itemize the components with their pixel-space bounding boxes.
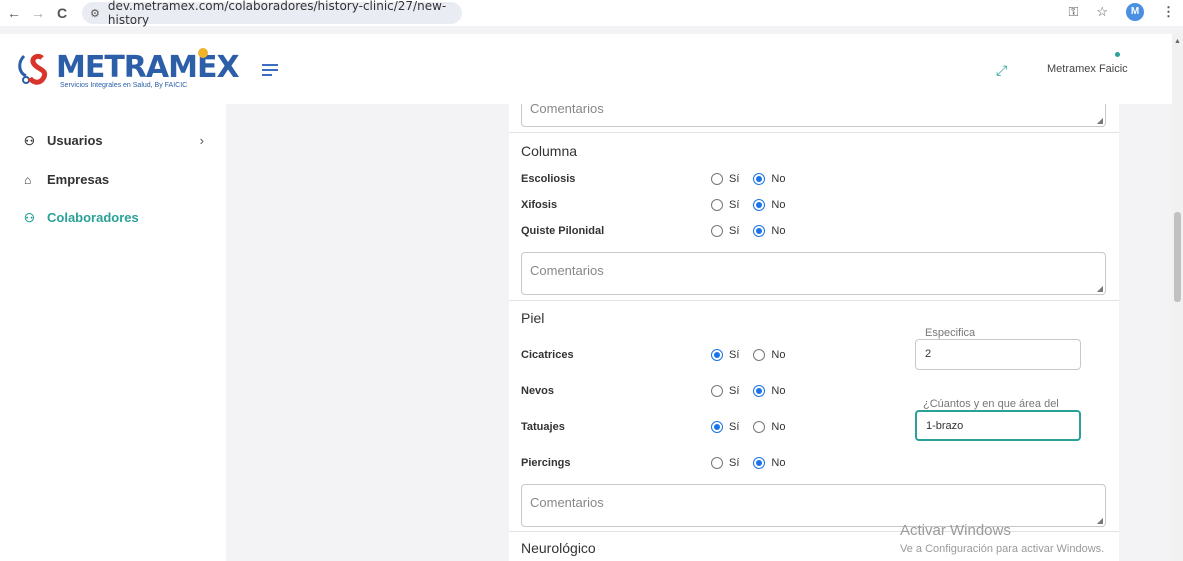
reload-button[interactable]: C: [52, 5, 72, 21]
radio-label: No: [771, 421, 786, 433]
section-title-piel: Piel: [521, 310, 545, 326]
radio-group-xifosis: Sí No: [711, 199, 799, 211]
resize-handle-icon[interactable]: ◢: [1097, 116, 1103, 125]
menu-toggle-icon[interactable]: [262, 64, 278, 76]
chevron-right-icon: ›: [199, 133, 204, 148]
field-label-escoliosis: Escoliosis: [521, 173, 576, 185]
section-title-columna: Columna: [521, 143, 578, 159]
field-label-nevos: Nevos: [521, 385, 555, 397]
radio-cicatrices-si[interactable]: [711, 349, 723, 361]
comentarios-textarea-columna[interactable]: Comentarios ◢: [521, 252, 1106, 295]
textarea-placeholder: Comentarios: [530, 495, 604, 510]
star-icon[interactable]: ☆: [1096, 4, 1108, 20]
field-label-xifosis: Xifosis: [521, 199, 558, 211]
textarea-placeholder: Comentarios: [530, 104, 604, 116]
divider: [509, 300, 1119, 301]
radio-label: No: [771, 349, 786, 361]
radio-label: Sí: [729, 385, 740, 397]
radio-tatuajes-si[interactable]: [711, 421, 723, 433]
history-form-card: Comentarios ◢ Columna Escoliosis Sí No X…: [509, 104, 1119, 561]
tatuajes-detail-input[interactable]: 1-brazo: [915, 410, 1081, 441]
radio-label: No: [771, 173, 786, 185]
key-icon[interactable]: ⚿: [1068, 4, 1078, 20]
radio-quiste-no[interactable]: [753, 225, 766, 237]
building-icon: ⌂: [24, 172, 32, 187]
field-label-piercings: Piercings: [521, 457, 571, 469]
radio-piercings-no[interactable]: [753, 457, 766, 469]
logo-mark-icon: [18, 53, 48, 85]
sidebar-item-label: Colaboradores: [47, 210, 139, 225]
radio-quiste-si[interactable]: [711, 225, 723, 237]
divider: [509, 531, 1119, 532]
radio-xifosis-si[interactable]: [711, 199, 723, 211]
radio-nevos-si[interactable]: [711, 385, 723, 397]
windows-activation-title: Activar Windows: [900, 522, 1011, 539]
site-info-icon[interactable]: ⚙: [90, 7, 100, 20]
radio-label: Sí: [729, 457, 740, 469]
radio-label: No: [771, 385, 786, 397]
resize-handle-icon[interactable]: ◢: [1097, 516, 1103, 525]
logo-text: METRAMEX: [56, 50, 240, 85]
radio-escoliosis-no[interactable]: [753, 173, 766, 185]
radio-tatuajes-no[interactable]: [753, 421, 766, 433]
radio-label: No: [771, 225, 786, 237]
people-icon: ⚇: [24, 210, 35, 225]
field-label-cicatrices: Cicatrices: [521, 349, 574, 361]
radio-label: No: [771, 199, 786, 211]
radio-group-piercings: Sí No: [711, 457, 799, 469]
online-status-dot: [1115, 52, 1120, 57]
logo-badge-icon: [198, 48, 208, 58]
section-title-neurologico: Neurológico: [521, 540, 596, 556]
sidebar-item-label: Empresas: [47, 172, 110, 187]
radio-escoliosis-si[interactable]: [711, 173, 723, 185]
radio-group-tatuajes: Sí No: [711, 421, 799, 433]
user-name[interactable]: Metramex Faicic: [1047, 63, 1128, 75]
sidebar-item-colaboradores[interactable]: ⚇ Colaboradores: [24, 210, 204, 225]
especifica-input[interactable]: 2: [915, 339, 1081, 370]
sidebar: ⚇ Usuarios › ⌂ Empresas ⚇ Colaboradores: [0, 104, 226, 561]
tatuajes-detail-label: ¿Cúantos y en que área del cuerpo?: [923, 398, 1059, 422]
back-button[interactable]: ←: [4, 5, 24, 21]
sidebar-item-usuarios[interactable]: ⚇ Usuarios ›: [24, 133, 204, 148]
radio-label: Sí: [729, 421, 740, 433]
scroll-up-arrow-icon[interactable]: ▲: [1174, 38, 1181, 45]
app-header: METRAMEX Servicios Integrales en Salud, …: [0, 34, 1172, 104]
comentarios-textarea-previous[interactable]: Comentarios ◢: [521, 104, 1106, 127]
field-label-quiste-pilonidal: Quiste Pilonidal: [521, 225, 605, 237]
fullscreen-icon[interactable]: ⤢: [996, 62, 1007, 79]
radio-piercings-si[interactable]: [711, 457, 723, 469]
radio-cicatrices-no[interactable]: [753, 349, 766, 361]
comentarios-textarea-piel[interactable]: Comentarios ◢: [521, 484, 1106, 527]
divider: [509, 132, 1119, 133]
especifica-label: Especifica: [925, 327, 976, 339]
textarea-placeholder: Comentarios: [530, 263, 604, 278]
menu-dots-icon[interactable]: ⋮: [1162, 4, 1175, 20]
profile-avatar[interactable]: M: [1126, 3, 1144, 21]
windows-activation-subtitle: Ve a Configuración para activar Windows.: [900, 543, 1105, 555]
radio-nevos-no[interactable]: [753, 385, 766, 397]
forward-button[interactable]: →: [28, 5, 48, 21]
resize-handle-icon[interactable]: ◢: [1097, 284, 1103, 293]
sidebar-item-empresas[interactable]: ⌂ Empresas: [24, 172, 204, 187]
radio-xifosis-no[interactable]: [753, 199, 766, 211]
radio-group-nevos: Sí No: [711, 385, 799, 397]
scrollbar-thumb[interactable]: [1174, 212, 1181, 302]
logo-subtitle: Servicios Integrales en Salud, By FAICIC: [60, 82, 188, 89]
page-scrollbar[interactable]: ▲: [1172, 34, 1183, 561]
metramex-logo[interactable]: METRAMEX Servicios Integrales en Salud, …: [16, 46, 240, 96]
radio-label: Sí: [729, 173, 740, 185]
radio-label: No: [771, 457, 786, 469]
radio-label: Sí: [729, 199, 740, 211]
radio-group-escoliosis: Sí No: [711, 173, 799, 185]
radio-label: Sí: [729, 349, 740, 361]
person-icon: ⚇: [24, 133, 35, 148]
radio-label: Sí: [729, 225, 740, 237]
field-label-tatuajes: Tatuajes: [521, 421, 565, 433]
url-text: dev.metramex.com/colaboradores/history-c…: [107, 0, 447, 27]
sidebar-item-label: Usuarios: [47, 133, 103, 148]
address-bar[interactable]: ⚙ dev.metramex.com/colaboradores/history…: [82, 0, 462, 27]
radio-group-cicatrices: Sí No: [711, 349, 799, 361]
browser-toolbar: ← → C ⚙ dev.metramex.com/colaboradores/h…: [0, 0, 1183, 27]
radio-group-quiste-pilonidal: Sí No: [711, 225, 799, 237]
